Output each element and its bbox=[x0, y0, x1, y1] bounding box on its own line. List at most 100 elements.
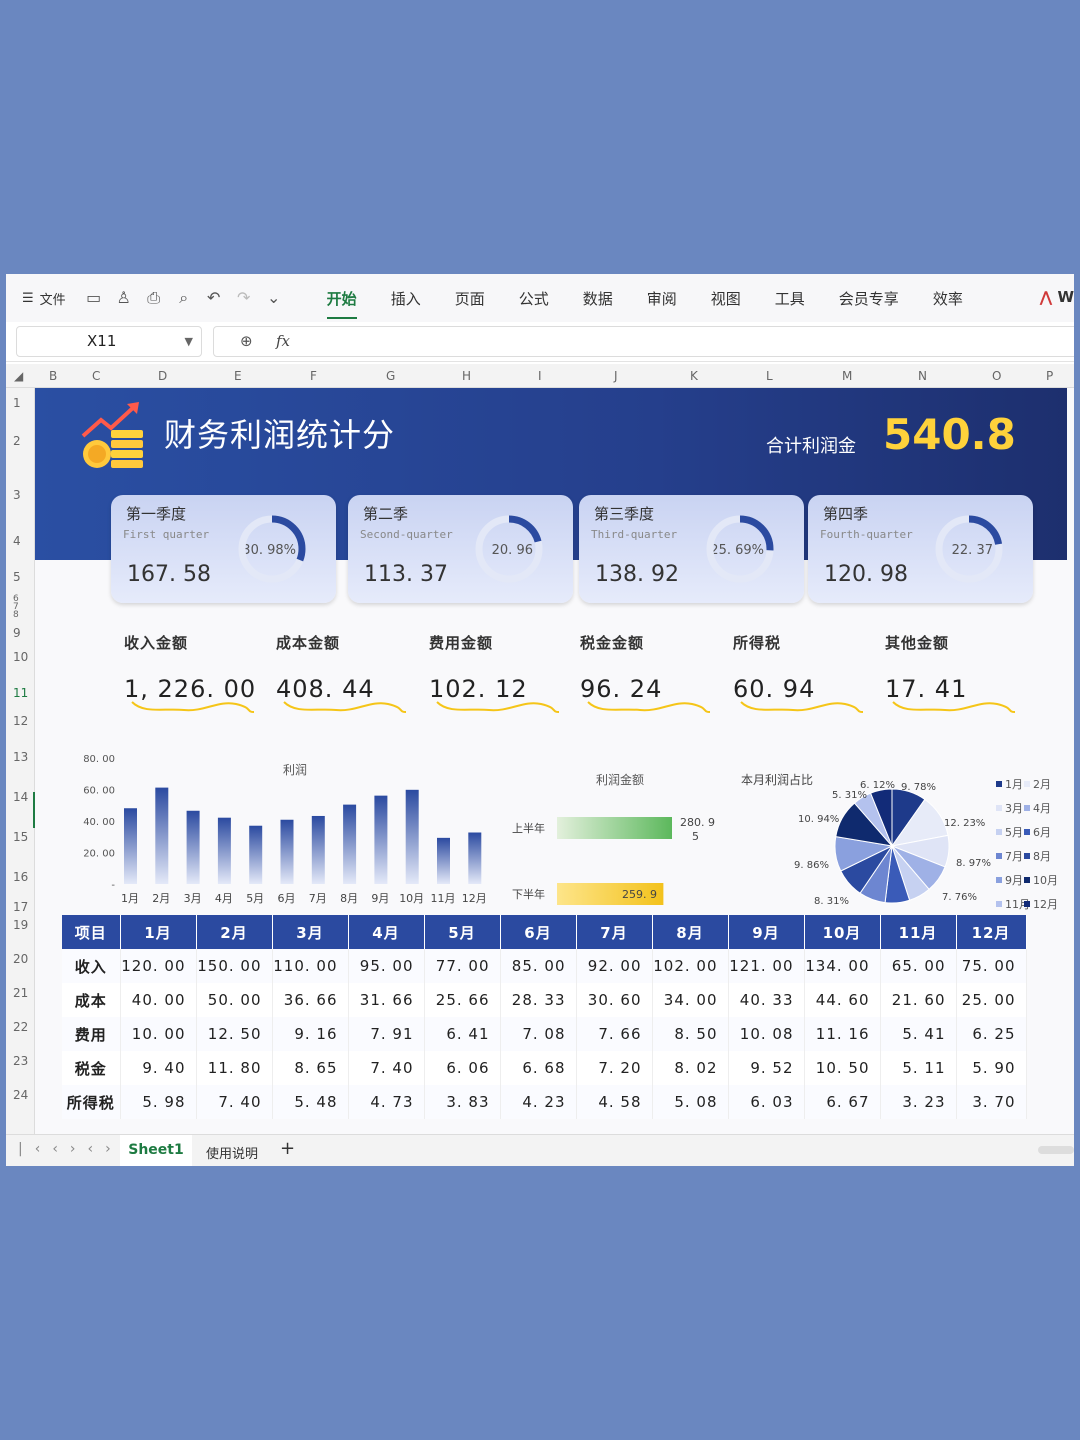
table-cell[interactable]: 40. 00 bbox=[120, 983, 197, 1017]
table-header-cell[interactable]: 5月 bbox=[424, 915, 501, 949]
tab-9[interactable]: 效率 bbox=[916, 288, 980, 309]
table-cell[interactable]: 8. 50 bbox=[652, 1017, 729, 1051]
table-cell[interactable]: 28. 33 bbox=[500, 983, 577, 1017]
column-H[interactable]: H bbox=[462, 369, 471, 383]
table-cell[interactable]: 8. 65 bbox=[272, 1051, 349, 1085]
table-cell[interactable]: 110. 00 bbox=[272, 949, 349, 983]
table-cell[interactable]: 9. 52 bbox=[728, 1051, 805, 1085]
column-E[interactable]: E bbox=[234, 369, 242, 383]
tab-8[interactable]: 会员专享 bbox=[822, 288, 916, 309]
table-cell[interactable]: 31. 66 bbox=[348, 983, 425, 1017]
chevron-down-icon[interactable]: ⌄ bbox=[264, 288, 284, 308]
table-cell[interactable]: 102. 00 bbox=[652, 949, 729, 983]
row-11[interactable]: 11 bbox=[13, 686, 28, 700]
table-header-cell[interactable]: 2月 bbox=[196, 915, 273, 949]
row-15[interactable]: 15 bbox=[13, 830, 28, 844]
formula-input[interactable]: ⊕ fx bbox=[213, 326, 1074, 357]
table-cell[interactable]: 7. 20 bbox=[576, 1051, 653, 1085]
tab-instructions[interactable]: 使用说明 bbox=[206, 1143, 258, 1162]
column-B[interactable]: B bbox=[49, 369, 57, 383]
row-20[interactable]: 20 bbox=[13, 952, 28, 966]
row-2[interactable]: 2 bbox=[13, 434, 21, 448]
row-4[interactable]: 4 bbox=[13, 534, 21, 548]
table-cell[interactable]: 85. 00 bbox=[500, 949, 577, 983]
table-cell[interactable]: 121. 00 bbox=[728, 949, 805, 983]
table-cell[interactable]: 8. 02 bbox=[652, 1051, 729, 1085]
table-cell[interactable]: 34. 00 bbox=[652, 983, 729, 1017]
table-cell[interactable]: 6. 68 bbox=[500, 1051, 577, 1085]
table-cell[interactable]: 6. 06 bbox=[424, 1051, 501, 1085]
table-cell[interactable]: 77. 00 bbox=[424, 949, 501, 983]
save-icon[interactable]: ▭ bbox=[84, 288, 104, 308]
tab-6[interactable]: 视图 bbox=[694, 288, 758, 309]
print-preview-icon[interactable]: ⌕ bbox=[174, 288, 194, 308]
table-header-cell[interactable]: 1月 bbox=[120, 915, 197, 949]
table-cell[interactable]: 3. 83 bbox=[424, 1085, 501, 1119]
table-cell[interactable]: 12. 50 bbox=[196, 1017, 273, 1051]
table-header-cell[interactable]: 3月 bbox=[272, 915, 349, 949]
table-header-cell[interactable]: 11月 bbox=[880, 915, 957, 949]
table-cell[interactable]: 10. 00 bbox=[120, 1017, 197, 1051]
table-cell[interactable]: 6. 25 bbox=[956, 1017, 1027, 1051]
table-cell[interactable]: 134. 00 bbox=[804, 949, 881, 983]
row-12[interactable]: 12 bbox=[13, 714, 28, 728]
table-cell[interactable]: 7. 40 bbox=[348, 1051, 425, 1085]
table-cell[interactable]: 5. 98 bbox=[120, 1085, 197, 1119]
table-header-cell[interactable]: 12月 bbox=[956, 915, 1027, 949]
table-cell[interactable]: 5. 48 bbox=[272, 1085, 349, 1119]
table-header-cell[interactable]: 8月 bbox=[652, 915, 729, 949]
function-icon[interactable]: fx bbox=[276, 327, 290, 356]
column-G[interactable]: G bbox=[386, 369, 395, 383]
tab-7[interactable]: 工具 bbox=[758, 288, 822, 309]
row-14[interactable]: 14 bbox=[13, 790, 28, 804]
table-cell[interactable]: 30. 60 bbox=[576, 983, 653, 1017]
column-D[interactable]: D bbox=[158, 369, 167, 383]
table-cell[interactable]: 7. 91 bbox=[348, 1017, 425, 1051]
table-cell[interactable]: 7. 66 bbox=[576, 1017, 653, 1051]
table-cell[interactable]: 税金 bbox=[62, 1051, 121, 1085]
row-5[interactable]: 5 bbox=[13, 570, 21, 584]
zoom-icon[interactable]: ⊕ bbox=[240, 327, 253, 356]
format-painter-icon[interactable]: ♙ bbox=[114, 288, 134, 308]
table-cell[interactable]: 10. 50 bbox=[804, 1051, 881, 1085]
table-header-cell[interactable]: 9月 bbox=[728, 915, 805, 949]
column-J[interactable]: J bbox=[614, 369, 618, 383]
table-header-cell[interactable]: 7月 bbox=[576, 915, 653, 949]
column-C[interactable]: C bbox=[92, 369, 100, 383]
table-cell[interactable]: 75. 00 bbox=[956, 949, 1027, 983]
row-19[interactable]: 19 bbox=[13, 918, 28, 932]
tab-3[interactable]: 公式 bbox=[502, 288, 566, 309]
table-cell[interactable]: 9. 16 bbox=[272, 1017, 349, 1051]
table-cell[interactable]: 5. 11 bbox=[880, 1051, 957, 1085]
sheet-area[interactable]: 财务利润统计分 合计利润金 540.8 第一季度 First quarter 167… bbox=[35, 388, 1074, 1134]
table-cell[interactable]: 4. 23 bbox=[500, 1085, 577, 1119]
table-cell[interactable]: 44. 60 bbox=[804, 983, 881, 1017]
column-M[interactable]: M bbox=[842, 369, 852, 383]
table-cell[interactable]: 所得税 bbox=[62, 1085, 121, 1119]
add-sheet-button[interactable]: + bbox=[280, 1138, 295, 1159]
row-8[interactable]: 8 bbox=[13, 610, 19, 620]
tab-2[interactable]: 页面 bbox=[438, 288, 502, 309]
table-header-cell[interactable]: 项目 bbox=[62, 915, 121, 949]
column-N[interactable]: N bbox=[918, 369, 927, 383]
table-cell[interactable]: 7. 40 bbox=[196, 1085, 273, 1119]
column-P[interactable]: P bbox=[1046, 369, 1053, 383]
table-cell[interactable]: 收入 bbox=[62, 949, 121, 983]
table-cell[interactable]: 11. 80 bbox=[196, 1051, 273, 1085]
chevron-down-icon[interactable]: ▼ bbox=[185, 327, 193, 356]
tab-5[interactable]: 审阅 bbox=[630, 288, 694, 309]
row-22[interactable]: 22 bbox=[13, 1020, 28, 1034]
table-cell[interactable]: 5. 41 bbox=[880, 1017, 957, 1051]
row-3[interactable]: 3 bbox=[13, 488, 21, 502]
table-cell[interactable]: 150. 00 bbox=[196, 949, 273, 983]
table-cell[interactable]: 120. 00 bbox=[120, 949, 197, 983]
tab-0[interactable]: 开始 bbox=[310, 288, 374, 319]
table-cell[interactable]: 4. 73 bbox=[348, 1085, 425, 1119]
table-cell[interactable]: 40. 33 bbox=[728, 983, 805, 1017]
table-cell[interactable]: 4. 58 bbox=[576, 1085, 653, 1119]
table-cell[interactable]: 6. 41 bbox=[424, 1017, 501, 1051]
row-24[interactable]: 24 bbox=[13, 1088, 28, 1102]
table-cell[interactable]: 成本 bbox=[62, 983, 121, 1017]
undo-icon[interactable]: ↶ bbox=[204, 288, 224, 308]
print-icon[interactable]: ⎙ bbox=[144, 288, 164, 308]
